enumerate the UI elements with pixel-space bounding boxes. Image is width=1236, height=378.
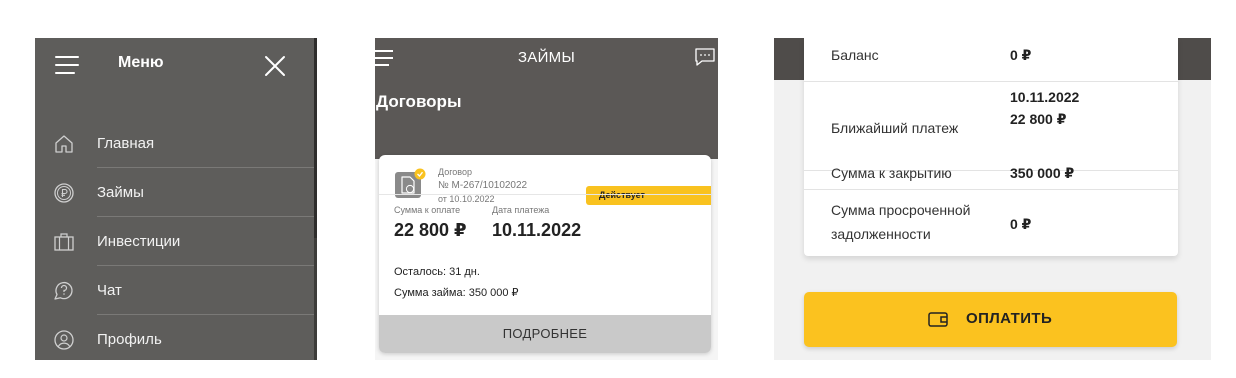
payment-date-label: Дата платежа bbox=[492, 205, 550, 215]
detail-key-line2: задолженности bbox=[831, 226, 931, 242]
menu-item-profile[interactable]: Профиль bbox=[35, 316, 314, 360]
hamburger-menu-icon[interactable] bbox=[55, 55, 79, 75]
wallet-icon bbox=[928, 312, 948, 327]
divider bbox=[97, 167, 314, 168]
detail-value: 0 ₽ bbox=[1010, 216, 1032, 232]
loan-details-screen: Баланс 0 ₽ Ближайший платеж 10.11.2022 2… bbox=[774, 38, 1211, 360]
loans-screen: ЗАЙМЫ Договоры Договор № М-267/10102022 … bbox=[375, 38, 718, 360]
header-title: ЗАЙМЫ bbox=[517, 49, 576, 66]
divider bbox=[379, 194, 711, 195]
details-button[interactable]: ПОДРОБНЕЕ bbox=[379, 315, 711, 353]
close-icon[interactable] bbox=[262, 53, 288, 79]
details-card: Баланс 0 ₽ Ближайший платеж 10.11.2022 2… bbox=[804, 38, 1178, 256]
amount-label: Сумма к оплате bbox=[394, 205, 461, 215]
contract-card[interactable]: Договор № М-267/10102022 от 10.10.2022 Д… bbox=[379, 155, 711, 353]
menu-item-investments[interactable]: Инвестиции bbox=[35, 218, 314, 266]
menu-item-label: Займы bbox=[97, 184, 144, 201]
detail-row-closing-sum: Сумма к закрытию 350 000 ₽ bbox=[804, 165, 1178, 190]
detail-value-amount: 22 800 ₽ bbox=[1010, 111, 1067, 127]
menu-item-label: Инвестиции bbox=[97, 233, 181, 250]
home-icon bbox=[55, 135, 73, 153]
detail-key: Ближайший платеж bbox=[831, 120, 959, 136]
detail-key: Сумма к закрытию bbox=[831, 165, 952, 181]
detail-key-line1: Сумма просроченной bbox=[831, 202, 971, 218]
detail-row-overdue: Сумма просроченной задолженности 0 ₽ bbox=[804, 190, 1178, 256]
contract-number: № М-267/10102022 bbox=[438, 180, 528, 191]
amount-value: 22 800 ₽ bbox=[394, 220, 467, 240]
contract-date: от 10.10.2022 bbox=[438, 194, 495, 204]
side-menu: Меню Главная Займы Инвестиции Чат Профил… bbox=[35, 38, 317, 360]
menu-item-label: Чат bbox=[97, 282, 122, 299]
pay-button[interactable]: ОПЛАТИТЬ bbox=[804, 292, 1177, 347]
detail-key: Баланс bbox=[831, 47, 879, 63]
detail-row-next-payment: Ближайший платеж 10.11.2022 22 800 ₽ bbox=[804, 82, 1178, 171]
divider bbox=[97, 314, 314, 315]
detail-value: 0 ₽ bbox=[1010, 47, 1032, 63]
status-badge: Действует bbox=[586, 186, 711, 205]
user-icon bbox=[54, 330, 74, 350]
detail-value: 350 000 ₽ bbox=[1010, 165, 1075, 181]
detail-value-date: 10.11.2022 bbox=[1010, 89, 1080, 105]
menu-item-home[interactable]: Главная bbox=[35, 120, 314, 168]
contract-label: Договор bbox=[438, 167, 472, 177]
divider bbox=[97, 216, 314, 217]
pay-button-label: ОПЛАТИТЬ bbox=[966, 310, 1053, 327]
detail-row-balance: Баланс 0 ₽ bbox=[804, 38, 1178, 82]
chat-icon[interactable] bbox=[694, 47, 716, 67]
briefcase-icon bbox=[54, 233, 74, 251]
menu-scrollbar-thumb[interactable] bbox=[314, 38, 317, 238]
menu-item-label: Профиль bbox=[97, 331, 162, 348]
menu-item-loans[interactable]: Займы bbox=[35, 169, 314, 217]
menu-scrollbar[interactable] bbox=[314, 38, 317, 360]
days-remaining: Осталось: 31 дн. bbox=[394, 266, 480, 278]
ruble-coin-icon bbox=[54, 183, 74, 203]
chat-question-icon bbox=[54, 281, 73, 300]
menu-item-chat[interactable]: Чат bbox=[35, 267, 314, 315]
menu-item-label: Главная bbox=[97, 135, 155, 152]
divider bbox=[97, 265, 314, 266]
loan-sum: Сумма займа: 350 000 ₽ bbox=[394, 287, 519, 299]
section-title: Договоры bbox=[376, 92, 462, 111]
menu-title: Меню bbox=[118, 54, 164, 71]
payment-date-value: 10.11.2022 bbox=[492, 220, 582, 240]
